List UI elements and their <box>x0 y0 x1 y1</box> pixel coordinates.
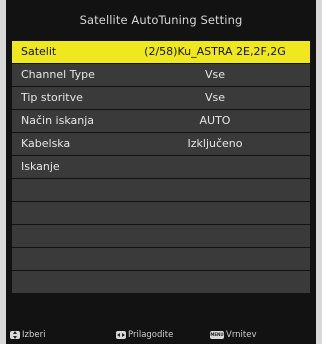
menu-row-empty <box>12 225 310 247</box>
row-value: Izključeno <box>187 137 243 150</box>
row-value: Vse <box>204 91 226 104</box>
settings-menu: Satelit (2/58)Ku_ASTRA 2E,2F,2G Channel … <box>12 41 310 294</box>
menu-row-tip-storitve[interactable]: Tip storitve Vse <box>12 87 310 109</box>
row-label: Satelit <box>21 45 57 58</box>
hint-back-label: Vrnitev <box>226 330 257 340</box>
row-label: Channel Type <box>21 68 95 81</box>
row-value: AUTO <box>199 114 231 127</box>
menu-row-empty <box>12 271 310 293</box>
left-right-arrows-icon <box>116 331 126 339</box>
menu-title: Satellite AutoTuning Setting <box>79 13 243 27</box>
menu-row-iskanje[interactable]: Iskanje <box>12 156 310 178</box>
row-label: Kabelska <box>21 137 71 150</box>
up-down-arrows-icon <box>10 331 20 339</box>
row-value: (2/58)Ku_ASTRA 2E,2F,2G <box>144 45 286 58</box>
row-label: Tip storitve <box>21 91 83 104</box>
row-value: Vse <box>204 68 226 81</box>
hint-adjust-label: Prilagodite <box>128 330 174 340</box>
hint-select-label: Izberi <box>22 330 46 340</box>
menu-key-icon: MENU <box>210 331 224 339</box>
menu-row-empty <box>12 179 310 201</box>
menu-row-satelit[interactable]: Satelit (2/58)Ku_ASTRA 2E,2F,2G <box>12 41 310 63</box>
menu-row-nacin-iskanja[interactable]: Način iskanja AUTO <box>12 110 310 132</box>
hint-select: Izberi <box>10 329 45 341</box>
hint-adjust: Prilagodite <box>116 329 173 341</box>
row-label: Iskanje <box>21 160 60 173</box>
menu-row-empty <box>12 248 310 270</box>
hint-back: MENU Vrnitev <box>210 329 257 341</box>
menu-row-channel-type[interactable]: Channel Type Vse <box>12 64 310 86</box>
row-label: Način iskanja <box>21 114 95 127</box>
menu-row-empty <box>12 202 310 224</box>
menu-row-kabelska[interactable]: Kabelska Izključeno <box>12 133 310 155</box>
tv-screen: Satellite AutoTuning Setting Satelit (2/… <box>6 0 316 344</box>
key-hint-bar: Izberi Prilagodite MENU Vrnitev <box>6 326 316 344</box>
